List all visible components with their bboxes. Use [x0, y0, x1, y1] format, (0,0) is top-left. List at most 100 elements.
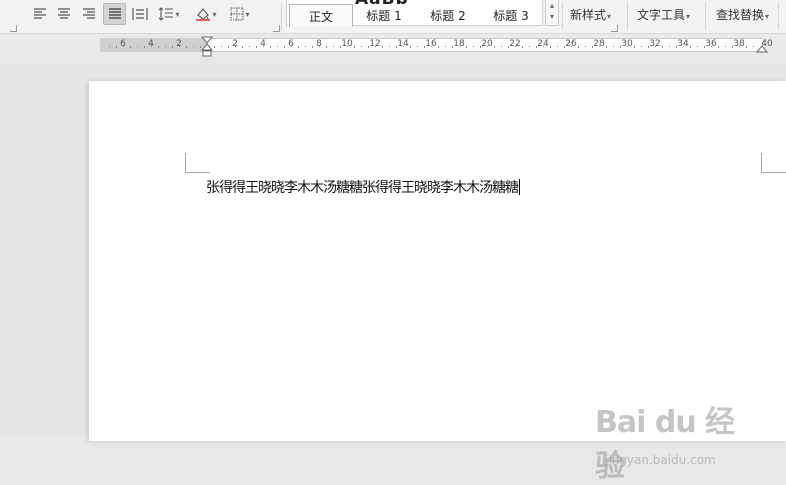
justify-button[interactable] — [103, 3, 126, 25]
group-launcher-icon[interactable] — [10, 25, 17, 32]
ruler-tick — [578, 46, 579, 48]
group-launcher-icon[interactable] — [611, 25, 618, 32]
style-heading-2[interactable]: 标题 2 — [417, 4, 479, 26]
ruler-tick — [592, 46, 593, 48]
align-left-button[interactable] — [30, 3, 50, 25]
shading-button[interactable]: ▾ — [192, 3, 220, 25]
chevron-down-icon: ▾ — [765, 12, 770, 21]
crop-mark — [761, 153, 762, 173]
crop-mark — [761, 172, 786, 173]
ruler-tick — [739, 46, 740, 47]
ruler-tick — [193, 46, 194, 47]
ruler-tick — [242, 46, 243, 48]
ruler-tick — [662, 46, 663, 48]
ruler-label: 30 — [621, 39, 633, 49]
ruler-label: 20 — [481, 39, 493, 49]
ruler-tick — [109, 46, 110, 47]
new-style-button[interactable]: 新样式▾ — [570, 6, 611, 22]
find-replace-label: 查找替换 — [716, 8, 765, 22]
ruler-label: 12 — [369, 39, 381, 49]
ruler-tick — [144, 46, 145, 48]
styles-gallery: AaBb 正文 标题 1 标题 2 标题 3 — [286, 0, 543, 27]
ruler-tick — [249, 46, 250, 47]
document-body-text[interactable]: 张得得王晓晓李木木汤糖糖张得得王晓晓李木木汤糖糖 — [206, 177, 520, 197]
ruler-label: 4 — [260, 39, 266, 49]
ruler-tick — [438, 46, 439, 48]
ruler-tick — [368, 46, 369, 48]
ruler-tick — [711, 46, 712, 47]
ruler-tick — [263, 46, 264, 47]
ruler-tick — [221, 46, 222, 47]
ruler-tick — [410, 46, 411, 48]
ruler-tick — [326, 46, 327, 48]
ruler-tick — [459, 46, 460, 47]
ruler-tick — [389, 46, 390, 47]
text-tools-button[interactable]: 文字工具▾ — [637, 6, 690, 22]
ruler-tick — [564, 46, 565, 48]
align-right-button[interactable] — [79, 3, 99, 25]
ruler-label: 2 — [232, 39, 238, 49]
ruler-tick — [501, 46, 502, 47]
ruler-tick — [669, 46, 670, 47]
gallery-more-button[interactable]: ▴ ▾ — [545, 0, 559, 26]
borders-button[interactable]: ▾ — [226, 3, 254, 25]
chevron-down-icon: ▾ — [175, 9, 180, 19]
ruler-tick — [382, 46, 383, 48]
ruler-tick — [284, 46, 285, 48]
ruler-tick — [550, 46, 551, 48]
ruler-tick — [123, 46, 124, 47]
ruler-tick — [235, 46, 236, 47]
ruler-tick — [704, 46, 705, 48]
ruler-tick — [599, 46, 600, 47]
ruler-tick — [466, 46, 467, 48]
ruler-tick — [172, 46, 173, 48]
ruler-label: 8 — [316, 39, 322, 49]
ruler-label: 4 — [148, 39, 154, 49]
document-workspace: 张得得王晓晓李木木汤糖糖张得得王晓晓李木木汤糖糖 Bai du 经验 jingy… — [0, 57, 786, 484]
ruler-tick — [515, 46, 516, 47]
ruler-tick — [361, 46, 362, 47]
ruler-tick — [312, 46, 313, 48]
new-style-label: 新样式 — [570, 8, 607, 22]
group-launcher-icon[interactable] — [273, 25, 280, 32]
ruler-tick — [347, 46, 348, 47]
style-normal[interactable]: 正文 — [289, 4, 353, 27]
ruler-tick — [557, 46, 558, 47]
watermark-logo: Bai du 经验 — [595, 405, 735, 484]
document-page[interactable]: 张得得王晓晓李木木汤糖糖张得得王晓晓李木木汤糖糖 — [89, 81, 786, 441]
distributed-align-button[interactable] — [130, 3, 150, 25]
ruler-tick — [697, 46, 698, 47]
find-replace-button[interactable]: 查找替换▾ — [716, 6, 769, 22]
ruler-label: 6 — [288, 39, 294, 49]
right-indent-marker-icon[interactable] — [756, 40, 768, 54]
indent-marker-icon[interactable] — [201, 36, 213, 58]
style-heading-1[interactable]: 标题 1 — [353, 4, 415, 26]
ruler-tick — [732, 46, 733, 48]
align-center-button[interactable] — [54, 3, 74, 25]
text-cursor — [519, 179, 520, 195]
ruler-tick — [746, 46, 747, 48]
horizontal-ruler[interactable]: 6 4 2 2 4 6 8 10 12 14 16 18 20 22 24 26 28 30 32 34 36 38 40 — [0, 34, 786, 58]
divider — [778, 2, 779, 30]
ruler-label: 10 — [341, 39, 353, 49]
ruler-label: 14 — [397, 39, 409, 49]
ribbon-toolbar: ▾ ▾ ▾ AaBb 正文 标题 1 标题 2 标题 3 ▴ ▾ 新样式▾ 文 — [0, 0, 786, 34]
chevron-down-icon: ▾ — [245, 9, 250, 19]
ruler-tick — [424, 46, 425, 48]
ruler-tick — [452, 46, 453, 48]
ruler-tick — [690, 46, 691, 48]
ruler-tick — [417, 46, 418, 47]
crop-mark — [185, 153, 186, 173]
chevron-down-icon: ▾ — [549, 12, 554, 21]
align-left-icon — [34, 8, 46, 19]
style-heading-3[interactable]: 标题 3 — [481, 4, 541, 26]
shading-icon — [196, 8, 211, 21]
ruler-tick — [340, 46, 341, 48]
ruler-tick — [627, 46, 628, 47]
justify-icon — [108, 8, 121, 19]
ruler-tick — [158, 46, 159, 48]
ruler-label: 34 — [677, 39, 689, 49]
style-label: 标题 2 — [430, 8, 466, 23]
ruler-label: 26 — [565, 39, 577, 49]
line-spacing-button[interactable]: ▾ — [155, 3, 183, 25]
